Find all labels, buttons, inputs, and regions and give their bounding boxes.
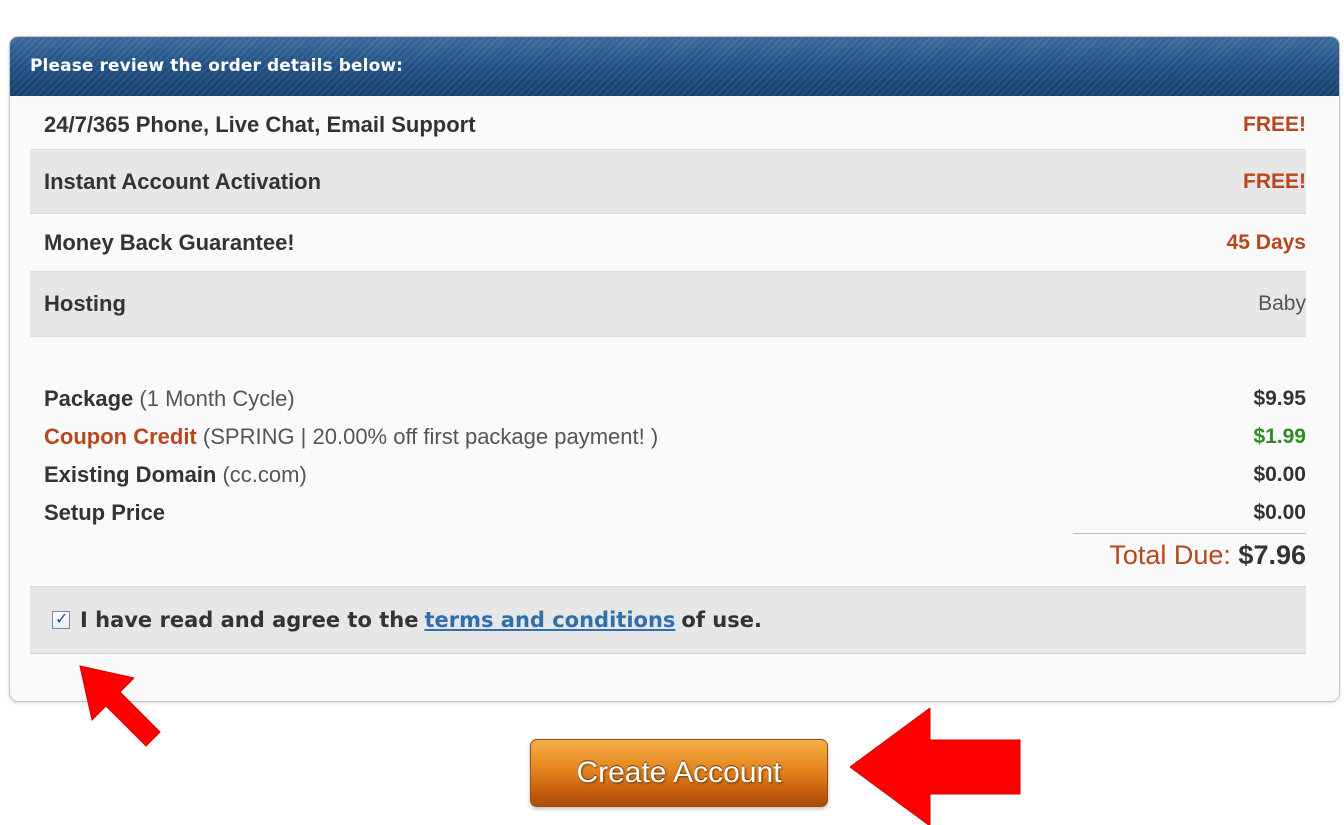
terms-prefix: I have read and agree to the xyxy=(80,608,419,632)
total-amount: $7.96 xyxy=(1238,540,1306,570)
line-item-label: Package xyxy=(44,386,134,411)
panel-header: Please review the order details below: xyxy=(10,37,1339,96)
line-item-domain: Existing Domain (cc.com) $0.00 xyxy=(44,456,1306,494)
line-item-detail: (1 Month Cycle) xyxy=(139,386,295,411)
total-divider xyxy=(1073,533,1306,534)
line-item-coupon: Coupon Credit (SPRING | 20.00% off first… xyxy=(44,418,1306,456)
line-item-label: Coupon Credit xyxy=(44,424,197,449)
terms-suffix: of use. xyxy=(681,608,762,632)
feature-label: Hosting xyxy=(44,291,126,316)
red-arrow-left-icon xyxy=(850,708,1021,825)
order-review-page: Please review the order details below: 2… xyxy=(0,0,1344,825)
line-item-amount: $0.00 xyxy=(1253,501,1306,524)
terms-checkbox[interactable]: ✓ xyxy=(52,609,70,629)
feature-row-hosting: Hosting Baby xyxy=(30,272,1306,337)
total-due: Total Due: $7.96 xyxy=(1109,540,1306,571)
red-arrow-icon xyxy=(79,665,161,747)
feature-value: FREE! xyxy=(1243,113,1306,136)
line-item-amount: $1.99 xyxy=(1253,425,1306,448)
feature-row-support: 24/7/365 Phone, Live Chat, Email Support… xyxy=(30,95,1306,150)
line-item-package: Package (1 Month Cycle) $9.95 xyxy=(44,380,1306,418)
total-label: Total Due: xyxy=(1109,540,1231,570)
line-item-setup: Setup Price $0.00 xyxy=(44,494,1306,532)
line-items: Package (1 Month Cycle) $9.95 Coupon Cre… xyxy=(44,380,1306,532)
terms-link[interactable]: terms and conditions xyxy=(424,608,675,632)
line-item-detail: (cc.com) xyxy=(222,462,307,487)
line-item-detail: (SPRING | 20.00% off first package payme… xyxy=(202,424,659,449)
feature-value: FREE! xyxy=(1243,169,1306,193)
line-item-amount: $9.95 xyxy=(1253,387,1306,410)
checkmark-icon: ✓ xyxy=(55,609,69,628)
line-item-label: Existing Domain xyxy=(44,462,217,487)
feature-value: 45 Days xyxy=(1226,230,1306,254)
feature-label: Money Back Guarantee! xyxy=(44,229,295,255)
terms-agreement-row: ✓ I have read and agree to the terms and… xyxy=(30,586,1306,654)
feature-value: Baby xyxy=(1258,292,1306,315)
feature-label: Instant Account Activation xyxy=(44,168,322,194)
features-list: 24/7/365 Phone, Live Chat, Email Support… xyxy=(30,95,1306,337)
create-account-button[interactable]: Create Account xyxy=(530,739,828,807)
feature-label: 24/7/365 Phone, Live Chat, Email Support xyxy=(44,112,476,137)
feature-row-activation: Instant Account Activation FREE! xyxy=(30,150,1306,214)
line-item-amount: $0.00 xyxy=(1253,463,1306,486)
line-item-label: Setup Price xyxy=(44,500,166,525)
feature-row-guarantee: Money Back Guarantee! 45 Days xyxy=(30,214,1306,272)
